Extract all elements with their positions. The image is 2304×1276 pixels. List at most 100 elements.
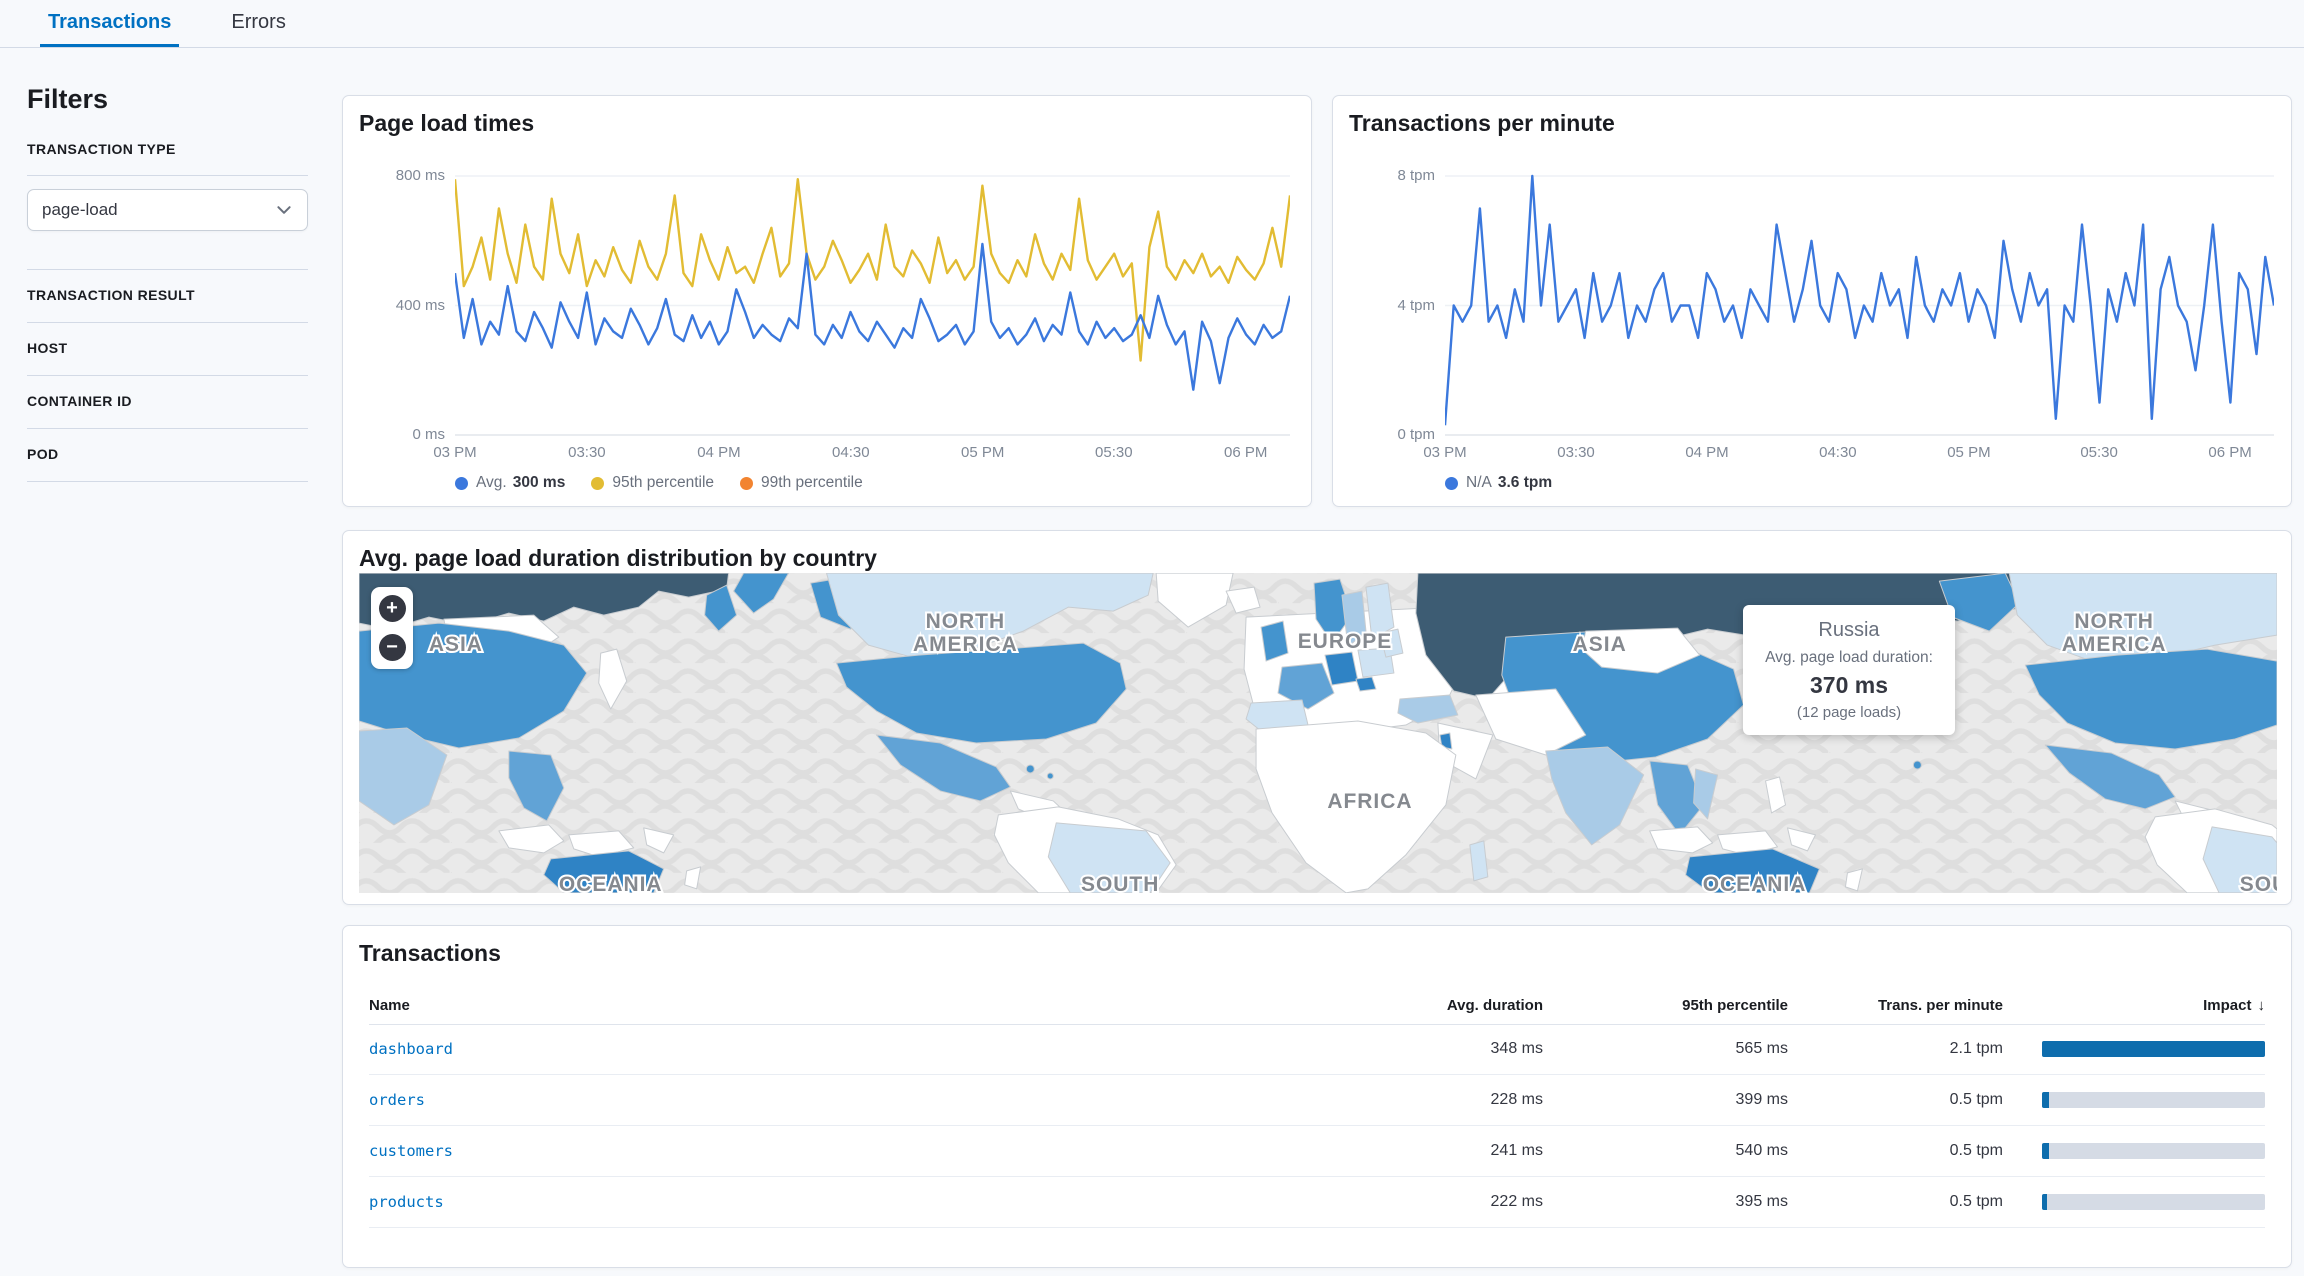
transaction-row: orders228 ms399 ms0.5 tpm	[369, 1075, 2265, 1126]
x-tick-label: 04:30	[1819, 444, 1857, 461]
column-header-avg-duration[interactable]: Avg. duration	[1293, 997, 1543, 1014]
p95-cell: 395 ms	[1543, 1193, 1788, 1211]
x-axis: 03 PM03:3004 PM04:3005 PM05:3006 PM	[455, 444, 1290, 466]
legend-item[interactable]: Avg. 300 ms	[455, 474, 565, 492]
legend-item[interactable]: 99th percentile	[740, 474, 863, 492]
chevron-down-icon	[275, 201, 293, 219]
legend-dot-icon	[591, 477, 604, 490]
impact-bar-fill	[2042, 1194, 2047, 1210]
x-tick-label: 04 PM	[1685, 444, 1728, 461]
transaction-row: customers241 ms540 ms0.5 tpm	[369, 1126, 2265, 1177]
chart-legend: Avg. 300 ms 95th percentile 99th percentile	[455, 474, 863, 492]
tab-transactions[interactable]: Transactions	[40, 0, 179, 47]
legend-value: 300 ms	[513, 474, 566, 492]
select-value: page-load	[42, 200, 118, 220]
tooltip-value: 370 ms	[1753, 672, 1945, 699]
transaction-type-select[interactable]: page-load	[27, 189, 308, 231]
x-tick-label: 03:30	[1557, 444, 1595, 461]
minus-icon: −	[379, 634, 406, 661]
p95-cell: 399 ms	[1543, 1091, 1788, 1109]
legend-value: 3.6 tpm	[1498, 474, 1552, 492]
filter-section-pod[interactable]: POD	[27, 429, 308, 482]
map-continent-label: EUROPE	[1298, 630, 1393, 653]
transactions-table-body: dashboard348 ms565 ms2.1 tpmorders228 ms…	[369, 1024, 2265, 1228]
transactions-per-minute-line-chart[interactable]	[1445, 166, 2274, 436]
tooltip-metric-label: Avg. page load duration:	[1753, 649, 1945, 667]
filter-section-label: TRANSACTION RESULT	[27, 287, 195, 303]
y-tick-label: 400 ms	[396, 297, 445, 314]
legend-dot-icon	[740, 477, 753, 490]
transactions-table-header: NameAvg. duration95th percentileTrans. p…	[369, 986, 2265, 1025]
x-tick-label: 04:30	[832, 444, 870, 461]
transaction-link[interactable]: dashboard	[369, 1040, 1293, 1058]
sort-desc-icon: ↓	[2258, 997, 2266, 1014]
y-tick-label: 0 ms	[412, 426, 445, 443]
tooltip-samples: (12 page loads)	[1753, 704, 1945, 721]
legend-label: Avg.	[476, 474, 507, 492]
legend-item[interactable]: 95th percentile	[591, 474, 714, 492]
transaction-link[interactable]: customers	[369, 1142, 1293, 1160]
impact-bar-fill	[2042, 1041, 2265, 1057]
filter-sections: TRANSACTION RESULT HOST CONTAINER ID POD	[27, 269, 308, 482]
y-tick-label: 8 tpm	[1397, 167, 1435, 184]
world-map[interactable]: ASIANORTHAMERICAEUROPEAFRICAASIANORTHAME…	[359, 573, 2277, 893]
p95-cell: 540 ms	[1543, 1142, 1788, 1160]
column-header-95th-percentile[interactable]: 95th percentile	[1543, 997, 1788, 1014]
column-header-impact[interactable]: Impact↓	[2003, 997, 2265, 1014]
map-continent-label: ASIA	[429, 633, 483, 656]
map-tooltip: Russia Avg. page load duration: 370 ms (…	[1743, 605, 1955, 735]
x-tick-label: 03 PM	[1423, 444, 1466, 461]
transaction-link[interactable]: orders	[369, 1091, 1293, 1109]
legend-label: 95th percentile	[612, 474, 714, 492]
transaction-row: products222 ms395 ms0.5 tpm	[369, 1177, 2265, 1228]
impact-bar	[2042, 1194, 2265, 1210]
map-continent-label: NORTHAMERICA	[913, 610, 1018, 656]
divider	[27, 175, 308, 176]
page-load-times-line-chart[interactable]	[455, 166, 1290, 436]
zoom-in-button[interactable]: +	[374, 592, 410, 625]
column-header-trans-per-minute[interactable]: Trans. per minute	[1788, 997, 2003, 1014]
filter-section-label: HOST	[27, 340, 68, 356]
x-tick-label: 06 PM	[2208, 444, 2251, 461]
x-tick-label: 06 PM	[1224, 444, 1267, 461]
map-zoom-controls: + −	[371, 587, 413, 669]
map-continent-label: OCEANIA	[1703, 873, 1807, 893]
tooltip-country: Russia	[1753, 619, 1945, 642]
transactions-per-minute-card: Transactions per minute 8 tpm4 tpm0 tpm …	[1332, 95, 2292, 507]
tab-errors[interactable]: Errors	[223, 0, 293, 47]
map-continent-label: SOUTH	[1081, 873, 1159, 893]
zoom-out-button[interactable]: −	[374, 631, 410, 664]
filter-section-container-id[interactable]: CONTAINER ID	[27, 376, 308, 429]
series-line-n-a	[1445, 176, 2274, 425]
tab-bar: Transactions Errors	[0, 0, 2304, 48]
avg-duration-cell: 228 ms	[1293, 1091, 1543, 1109]
transactions-table-card: Transactions NameAvg. duration95th perce…	[342, 925, 2292, 1268]
filters-sidebar: Filters TRANSACTION TYPE page-load TRANS…	[27, 84, 308, 482]
filter-section-label: CONTAINER ID	[27, 393, 132, 409]
transaction-link[interactable]: products	[369, 1193, 1293, 1211]
filter-section-host[interactable]: HOST	[27, 323, 308, 376]
map-continent-label: ASIA	[1573, 633, 1627, 656]
legend-dot-icon	[455, 477, 468, 490]
x-tick-label: 05:30	[1095, 444, 1133, 461]
page-load-map-card: Avg. page load duration distribution by …	[342, 530, 2292, 905]
legend-item[interactable]: N/A 3.6 tpm	[1445, 474, 1552, 492]
tab-label: Transactions	[48, 11, 171, 34]
tpm-cell: 0.5 tpm	[1788, 1091, 2003, 1109]
transaction-row: dashboard348 ms565 ms2.1 tpm	[369, 1024, 2265, 1075]
page-load-times-card: Page load times 800 ms400 ms0 ms 03 PM03…	[342, 95, 1312, 507]
y-tick-label: 800 ms	[396, 167, 445, 184]
world-map-canvas: ASIANORTHAMERICAEUROPEAFRICAASIANORTHAME…	[359, 573, 2277, 893]
x-tick-label: 03:30	[568, 444, 606, 461]
x-tick-label: 05 PM	[961, 444, 1004, 461]
tpm-cell: 0.5 tpm	[1788, 1193, 2003, 1211]
legend-label: N/A	[1466, 474, 1492, 492]
avg-duration-cell: 348 ms	[1293, 1040, 1543, 1058]
map-continent-label: NORTHAMERICA	[2062, 610, 2167, 656]
y-tick-label: 4 tpm	[1397, 297, 1435, 314]
avg-duration-cell: 241 ms	[1293, 1142, 1543, 1160]
x-axis: 03 PM03:3004 PM04:3005 PM05:3006 PM	[1445, 444, 2274, 466]
filter-section-transaction-result[interactable]: TRANSACTION RESULT	[27, 270, 308, 323]
legend-dot-icon	[1445, 477, 1458, 490]
column-header-name[interactable]: Name	[369, 997, 1293, 1014]
